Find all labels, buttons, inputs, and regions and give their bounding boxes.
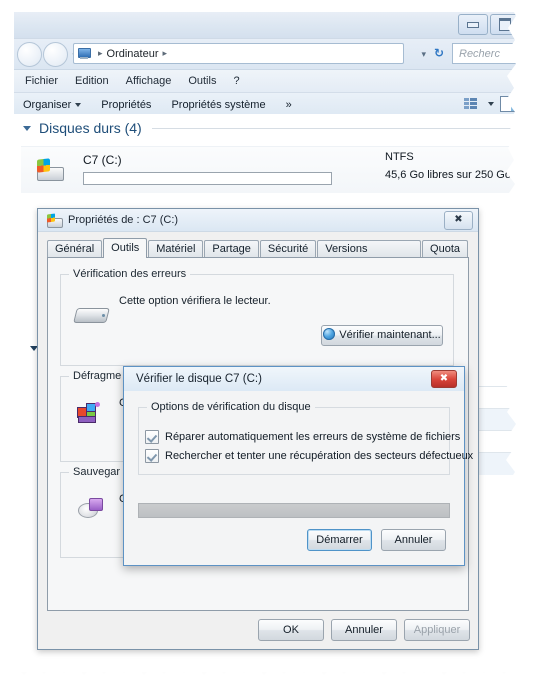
tab-quota[interactable]: Quota: [422, 240, 468, 258]
error-checking-description: Cette option vérifiera le lecteur.: [119, 295, 271, 307]
explorer-titlebar: [11, 12, 522, 39]
check-disk-options-legend: Options de vérification du disque: [147, 401, 315, 413]
refresh-icon[interactable]: ↻: [430, 45, 448, 62]
check-disk-footer: Démarrer Annuler: [307, 529, 446, 551]
check-disk-cancel-button[interactable]: Annuler: [381, 529, 446, 551]
properties-dialog-title: Propriétés de : C7 (C:): [68, 214, 179, 226]
minimize-icon: [467, 21, 479, 28]
check-now-label: Vérifier maintenant...: [339, 329, 441, 341]
tab-outils[interactable]: Outils: [103, 238, 148, 258]
toolbar-overflow-button[interactable]: »: [286, 99, 292, 111]
search-placeholder: Recherc: [459, 47, 500, 60]
option-repair-filesystem-errors[interactable]: Réparer automatiquement les erreurs de s…: [145, 430, 460, 444]
navigation-buttons: ▾: [17, 42, 80, 67]
hard-disk-icon: [73, 303, 110, 325]
breadcrumb-separator-icon-2[interactable]: ▸: [163, 48, 168, 59]
defragmentation-legend: Défragme: [69, 370, 126, 382]
check-disk-dialog: Vérifier le disque C7 (C:) ✖ Options de …: [123, 366, 473, 566]
computer-icon: [77, 47, 91, 60]
error-checking-legend: Vérification des erreurs: [69, 268, 191, 280]
minimize-button[interactable]: [458, 14, 488, 35]
group-header-hard-disks[interactable]: Disques durs (4): [11, 114, 522, 142]
view-mode-icon[interactable]: [464, 98, 478, 110]
error-checking-group: Vérification des erreurs Cette option vé…: [60, 268, 454, 366]
backup-icon: [75, 497, 105, 523]
backup-legend: Sauvegar: [69, 466, 125, 478]
menu-bar: Fichier Edition Affichage Outils ?: [11, 70, 522, 93]
drive-filesystem: NTFS: [385, 151, 414, 163]
back-button[interactable]: [17, 42, 42, 67]
option-scan-bad-sectors-label: Rechercher et tenter une récupération de…: [165, 450, 474, 462]
chevron-down-icon: [75, 103, 82, 108]
menu-item-fichier[interactable]: Fichier: [25, 75, 58, 87]
drive-capacity-bar: [83, 172, 332, 185]
toolbar-organiser-label: Organiser: [23, 99, 72, 111]
tab-materiel[interactable]: Matériel: [148, 240, 204, 258]
collapse-chevron-icon[interactable]: [23, 125, 31, 131]
tab-versions-precedentes[interactable]: Versions précédentes: [317, 240, 422, 272]
preview-pane-icon[interactable]: [500, 96, 518, 112]
toolbar-proprietes-systeme[interactable]: Propriétés système: [171, 99, 265, 111]
check-disk-progress-bar: [138, 503, 450, 518]
maximize-icon: [499, 18, 511, 31]
toolbar-view-controls: [464, 96, 518, 112]
breadcrumb-item-ordinateur[interactable]: Ordinateur: [107, 48, 159, 60]
tab-partage[interactable]: Partage: [204, 240, 259, 258]
group-rule: [151, 127, 516, 129]
maximize-button[interactable]: [490, 14, 520, 35]
page-top-margin: [0, 0, 536, 12]
apply-button: Appliquer: [404, 619, 470, 641]
check-disk-close-button[interactable]: ✖: [431, 370, 457, 388]
option-scan-bad-sectors[interactable]: Rechercher et tenter une récupération de…: [145, 449, 473, 463]
check-disk-titlebar: Vérifier le disque C7 (C:) ✖: [124, 367, 464, 392]
shield-globe-icon: [323, 328, 336, 340]
tab-general[interactable]: Général: [47, 240, 103, 258]
properties-close-button[interactable]: ✖: [444, 211, 473, 230]
start-button[interactable]: Démarrer: [307, 529, 372, 551]
drive-properties-icon: [47, 213, 63, 228]
hard-drive-icon: [37, 158, 64, 181]
drive-name: C7 (C:): [83, 153, 122, 167]
address-dropdown-icon[interactable]: ▾: [421, 49, 426, 60]
menu-item-affichage[interactable]: Affichage: [126, 75, 172, 87]
check-disk-options-group: Options de vérification du disque Répare…: [138, 401, 473, 475]
address-bar: ▾ ▸ Ordinateur ▸ ▾ ↻ Recherc: [11, 39, 522, 70]
drive-item-c7[interactable]: C7 (C:) NTFS 45,6 Go libres sur 250 Go: [21, 146, 516, 193]
checkbox-repair-filesystem-errors[interactable]: [145, 430, 159, 444]
check-disk-body: Options de vérification du disque Répare…: [124, 391, 473, 565]
option-repair-filesystem-errors-label: Réparer automatiquement les erreurs de s…: [165, 431, 461, 443]
properties-tablist: Général Outils Matériel Partage Sécurité…: [47, 238, 469, 272]
screenshot-root: ▾ ▸ Ordinateur ▸ ▾ ↻ Recherc Fichier Edi…: [0, 0, 536, 700]
properties-dialog-footer: OK Annuler Appliquer: [258, 619, 470, 641]
check-now-button[interactable]: Vérifier maintenant...: [321, 325, 443, 346]
properties-dialog-titlebar: Propriétés de : C7 (C:) ✖: [38, 209, 478, 232]
breadcrumb[interactable]: ▸ Ordinateur ▸: [73, 43, 404, 64]
drive-free-space: 45,6 Go libres sur 250 Go: [385, 169, 511, 181]
search-input[interactable]: Recherc: [452, 43, 522, 64]
view-mode-chevron-icon[interactable]: [488, 102, 494, 106]
forward-button[interactable]: [43, 42, 68, 67]
toolbar-proprietes[interactable]: Propriétés: [101, 99, 151, 111]
menu-item-edition[interactable]: Edition: [75, 75, 109, 87]
torn-paper-sheet: ▾ ▸ Ordinateur ▸ ▾ ↻ Recherc Fichier Edi…: [10, 12, 522, 672]
breadcrumb-separator-icon: ▸: [98, 48, 103, 58]
group-title: Disques durs (4): [39, 120, 142, 136]
check-disk-title: Vérifier le disque C7 (C:): [136, 373, 262, 385]
menu-item-help[interactable]: ?: [233, 75, 239, 87]
defragmenter-icon: [75, 401, 105, 427]
toolbar-organiser[interactable]: Organiser: [23, 99, 82, 111]
ok-button[interactable]: OK: [258, 619, 324, 641]
tab-securite[interactable]: Sécurité: [259, 240, 317, 258]
checkbox-scan-bad-sectors[interactable]: [145, 449, 159, 463]
window-controls: [458, 14, 520, 35]
explorer-window: ▾ ▸ Ordinateur ▸ ▾ ↻ Recherc Fichier Edi…: [10, 12, 522, 672]
cancel-button[interactable]: Annuler: [331, 619, 397, 641]
menu-item-outils[interactable]: Outils: [188, 75, 216, 87]
